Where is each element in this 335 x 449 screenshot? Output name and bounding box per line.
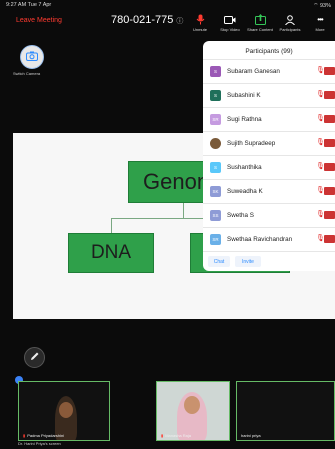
video-off-icon <box>324 211 335 219</box>
stop-video-button[interactable]: Stop Video <box>215 13 245 37</box>
leave-meeting-button[interactable]: Leave Meeting <box>16 17 62 24</box>
participant-row[interactable]: SS Swetha S 🎙 <box>203 203 335 226</box>
video-tile[interactable]: ▮ Padma Priyadarshini <box>18 381 110 441</box>
avatar: SR <box>210 114 221 125</box>
video-off-icon <box>324 91 335 99</box>
avatar: SR <box>210 234 221 245</box>
video-off-icon <box>324 115 335 123</box>
participant-row[interactable]: SK Suweadha K 🎙 <box>203 179 335 202</box>
participants-icon <box>284 13 297 26</box>
info-icon[interactable]: ⓘ <box>176 18 183 25</box>
participants-label: Participants <box>279 27 301 32</box>
more-button[interactable]: ••• More <box>305 13 335 37</box>
meeting-toolbar: Unmute Stop Video Share Content Particip… <box>185 13 335 37</box>
participants-footer: Chat Invite <box>203 251 335 271</box>
camera-switch-icon <box>26 48 38 66</box>
status-battery: ⌔ 93% <box>313 3 331 9</box>
mic-off-icon: ▮ <box>23 433 26 438</box>
status-bar: 9:27 AM Tue 7 Apr ⌔ 93% <box>0 0 335 10</box>
participant-row[interactable]: Sujith Supradeep 🎙 <box>203 131 335 154</box>
tile-name: ▮ Padma Priyadarshini <box>23 433 65 438</box>
video-off-icon <box>324 235 335 243</box>
connector-line <box>111 218 112 233</box>
participant-name: Suweadha K <box>227 188 263 195</box>
participants-title: Participants (99) <box>245 48 293 55</box>
avatar: SK <box>210 186 221 197</box>
participant-row[interactable]: SR Swethaa Ravichandran 🎙 <box>203 227 335 250</box>
avatar <box>210 138 221 149</box>
pencil-icon <box>30 351 40 364</box>
participant-name: Swethaa Ravichandran <box>227 236 293 243</box>
participant-name: Sugi Rathna <box>227 116 262 123</box>
participant-name: Sushanthika <box>227 164 262 171</box>
avatar: S <box>210 162 221 173</box>
participant-row[interactable]: SR Sugi Rathna 🎙 <box>203 107 335 130</box>
tile-name: ▮ Manasha Raja <box>161 433 191 438</box>
participant-name: Sujith Supradeep <box>227 140 276 147</box>
switch-camera-label: Switch Camera <box>13 71 41 76</box>
dna-box: DNA <box>68 233 154 273</box>
connector-line <box>183 203 184 218</box>
participant-name: Swetha S <box>227 212 254 219</box>
invite-button[interactable]: Invite <box>235 256 261 267</box>
tile-name: harini priya <box>241 433 261 438</box>
participant-row[interactable]: S Subashini K 🎙 <box>203 83 335 106</box>
chat-button[interactable]: Chat <box>208 256 230 267</box>
participant-row[interactable]: S Subaram Ganesan 🎙 <box>203 59 335 82</box>
avatar: SS <box>210 210 221 221</box>
video-off-icon <box>324 163 335 171</box>
video-tile[interactable]: ▮ Manasha Raja <box>156 381 230 441</box>
unmute-button[interactable]: Unmute <box>185 13 215 37</box>
switch-camera-button[interactable] <box>20 45 44 69</box>
video-off-icon <box>324 187 335 195</box>
participants-panel: Participants (99) S Subaram Ganesan 🎙 S … <box>203 41 335 271</box>
participant-row[interactable]: S Sushanthika 🎙 <box>203 155 335 178</box>
share-icon <box>254 13 267 26</box>
video-off-icon <box>324 67 335 75</box>
participants-button[interactable]: Participants <box>275 13 305 37</box>
status-time: 9:27 AM Tue 7 Apr <box>6 2 52 8</box>
more-label: More <box>315 27 325 32</box>
video-off-icon <box>324 139 335 147</box>
mic-off-icon <box>194 13 207 26</box>
avatar: S <box>210 90 221 101</box>
unmute-label: Unmute <box>192 27 207 32</box>
participant-video-face <box>59 402 73 418</box>
meeting-id-text: 780-021-775 <box>111 14 174 26</box>
participant-name: Subaram Ganesan <box>227 68 280 75</box>
avatar: S <box>210 66 221 77</box>
mic-off-icon: ▮ <box>161 433 164 438</box>
annotate-button[interactable] <box>24 347 45 368</box>
stop-video-label: Stop Video <box>220 27 240 32</box>
video-tile[interactable]: harini priya <box>236 381 335 441</box>
share-content-button[interactable]: Share Content <box>245 13 275 37</box>
participant-name: Subashini K <box>227 92 261 99</box>
more-icon: ••• <box>317 15 323 24</box>
host-screen-label: Dr. Harini Priya's screen <box>18 441 61 446</box>
meeting-id[interactable]: 780-021-775 ⓘ <box>111 14 183 26</box>
participant-video-face <box>184 396 200 414</box>
video-icon <box>224 13 237 26</box>
share-content-label: Share Content <box>247 27 273 32</box>
